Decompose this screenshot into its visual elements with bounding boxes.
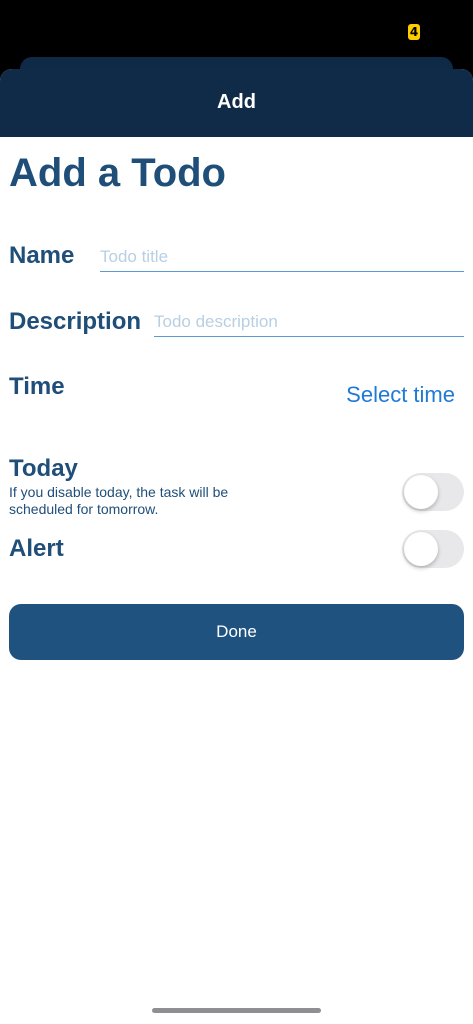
done-button[interactable]: Done (9, 604, 464, 660)
name-label: Name (9, 242, 75, 269)
description-input[interactable] (154, 312, 464, 337)
sheet-header: Add (0, 69, 473, 137)
today-label: Today (9, 455, 78, 482)
name-input[interactable] (100, 247, 464, 272)
alert-toggle[interactable] (402, 530, 464, 568)
today-toggle[interactable] (402, 473, 464, 511)
battery-icon: 4 (408, 24, 420, 40)
select-time-button[interactable]: Select time (346, 382, 455, 408)
home-indicator (152, 1008, 321, 1013)
alert-label: Alert (9, 535, 64, 562)
page-title: Add a Todo (9, 151, 226, 195)
status-bar: 4 (0, 0, 473, 58)
today-hint: If you disable today, the task will be s… (9, 484, 229, 517)
toggle-knob (404, 475, 438, 509)
time-label: Time (9, 373, 65, 400)
add-todo-sheet: Add Add a Todo Name Description Time Sel… (0, 69, 473, 1024)
toggle-knob (404, 532, 438, 566)
header-title: Add (217, 91, 256, 113)
description-label: Description (9, 308, 142, 335)
